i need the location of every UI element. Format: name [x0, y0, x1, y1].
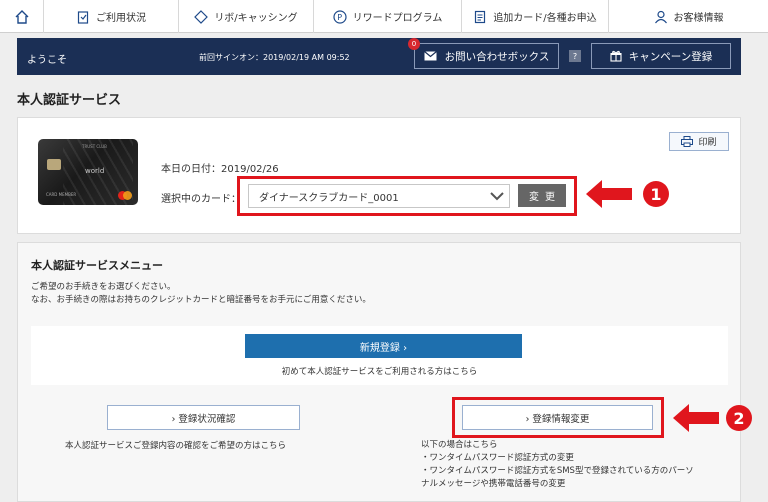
- card-select-dropdown[interactable]: ダイナースクラブカード_0001: [248, 184, 510, 208]
- welcome-greeting: ようこそ: [27, 55, 67, 66]
- page-title: 本人認証サービス: [17, 93, 122, 108]
- clipboard-icon: [77, 10, 89, 24]
- points-icon: P: [333, 9, 347, 24]
- highlight-box-registration-change: [452, 397, 664, 438]
- card-select-value: ダイナースクラブカード_0001: [259, 192, 399, 204]
- nav-rewards-label: リワードプログラム: [352, 13, 443, 24]
- credit-card-image: TRUST CLUB world CARD MEMBER: [38, 139, 138, 205]
- diamond-arrows-icon: [194, 9, 209, 24]
- top-nav: ご利用状況 リボ/キャッシング P リワードプログラム 追加カード/各種お申込 …: [0, 0, 768, 33]
- menu-description: ご希望のお手続きをお選びください。 なお、お手続きの際はお持ちのクレジットカード…: [31, 281, 371, 307]
- printer-icon: [681, 136, 694, 147]
- card-member-text: CARD MEMBER: [46, 192, 77, 197]
- nav-customer[interactable]: お客様情報: [609, 0, 768, 33]
- callout-number-1: 1: [643, 181, 669, 207]
- envelope-icon: [423, 51, 437, 61]
- help-icon[interactable]: ?: [569, 50, 581, 62]
- selected-card-label: 選択中のカード：: [161, 194, 241, 205]
- today-date: 本日の日付：2019/02/26: [161, 164, 279, 175]
- nav-additional-label: 追加カード/各種お申込: [493, 13, 597, 24]
- campaign-register-label: キャンペーン登録: [628, 50, 713, 63]
- callout-arrow-1-icon: [586, 180, 632, 208]
- menu-desc-line: なお、お手続きの際はお持ちのクレジットカードと暗証番号をお手元にご用意ください。: [31, 295, 371, 305]
- callout-arrow-2-icon: [673, 404, 719, 432]
- inquiry-count-badge: 0: [408, 38, 420, 50]
- nav-customer-label: お客様情報: [673, 13, 724, 24]
- registration-status-note: 本人認証サービスご登録内容の確認をご希望の方はこちら: [65, 441, 287, 451]
- change-note-line: 以下の場合はこちら: [421, 440, 498, 450]
- card-top-text: TRUST CLUB: [82, 144, 107, 149]
- menu-title: 本人認証サービスメニュー: [31, 259, 163, 272]
- new-registration-note: 初めて本人認証サービスをご利用される方はこちら: [281, 367, 478, 377]
- print-label: 印刷: [698, 138, 717, 148]
- print-button[interactable]: 印刷: [669, 132, 729, 151]
- callout-number-2: 2: [726, 405, 752, 431]
- inquiry-box-button[interactable]: 0 お問い合わせボックス: [408, 38, 559, 69]
- nav-rewards[interactable]: P リワードプログラム: [314, 0, 462, 33]
- svg-text:P: P: [337, 13, 342, 22]
- card-chip: [47, 159, 61, 170]
- change-note-line: ・ワンタイムパスワード認証方式をSMS型で登録されている方のパーソ: [421, 466, 694, 476]
- nav-revolving[interactable]: リボ/キャッシング: [179, 0, 314, 33]
- campaign-register-button[interactable]: キャンペーン登録: [591, 43, 731, 69]
- welcome-bar: ようこそ 前回サインオン：2019/02/19 AM 09:52 0 お問い合わ…: [17, 38, 741, 75]
- nav-revolving-label: リボ/キャッシング: [214, 13, 298, 24]
- registration-change-notes: 以下の場合はこちら ・ワンタイムパスワード認証方式の変更 ・ワンタイムパスワード…: [421, 439, 694, 491]
- chevron-down-icon[interactable]: [487, 186, 507, 206]
- card-brand-text: world: [85, 167, 105, 175]
- person-icon: [654, 10, 667, 23]
- registration-status-button[interactable]: › 登録状況確認: [107, 405, 300, 430]
- menu-desc-line: ご希望のお手続きをお選びください。: [31, 282, 176, 292]
- change-card-button[interactable]: 変更: [518, 184, 566, 207]
- change-note-line: ・ワンタイムパスワード認証方式の変更: [421, 453, 574, 463]
- home-icon: [15, 9, 28, 24]
- home-button[interactable]: [0, 0, 44, 33]
- last-signin: 前回サインオン：2019/02/19 AM 09:52: [199, 53, 350, 62]
- service-menu-panel: 本人認証サービスメニュー ご希望のお手続きをお選びください。 なお、お手続きの際…: [17, 242, 741, 502]
- nav-usage-label: ご利用状況: [96, 13, 146, 24]
- gift-icon: [610, 50, 622, 62]
- nav-additional[interactable]: 追加カード/各種お申込: [462, 0, 609, 33]
- new-registration-button[interactable]: 新規登録 ›: [245, 334, 522, 358]
- document-icon: [475, 10, 486, 23]
- nav-usage[interactable]: ご利用状況: [44, 0, 179, 33]
- change-note-line: ナルメッセージや携帯電話番号の変更: [421, 479, 566, 489]
- inquiry-box-label: お問い合わせボックス: [444, 50, 550, 63]
- mastercard-logo-orange: [123, 191, 132, 200]
